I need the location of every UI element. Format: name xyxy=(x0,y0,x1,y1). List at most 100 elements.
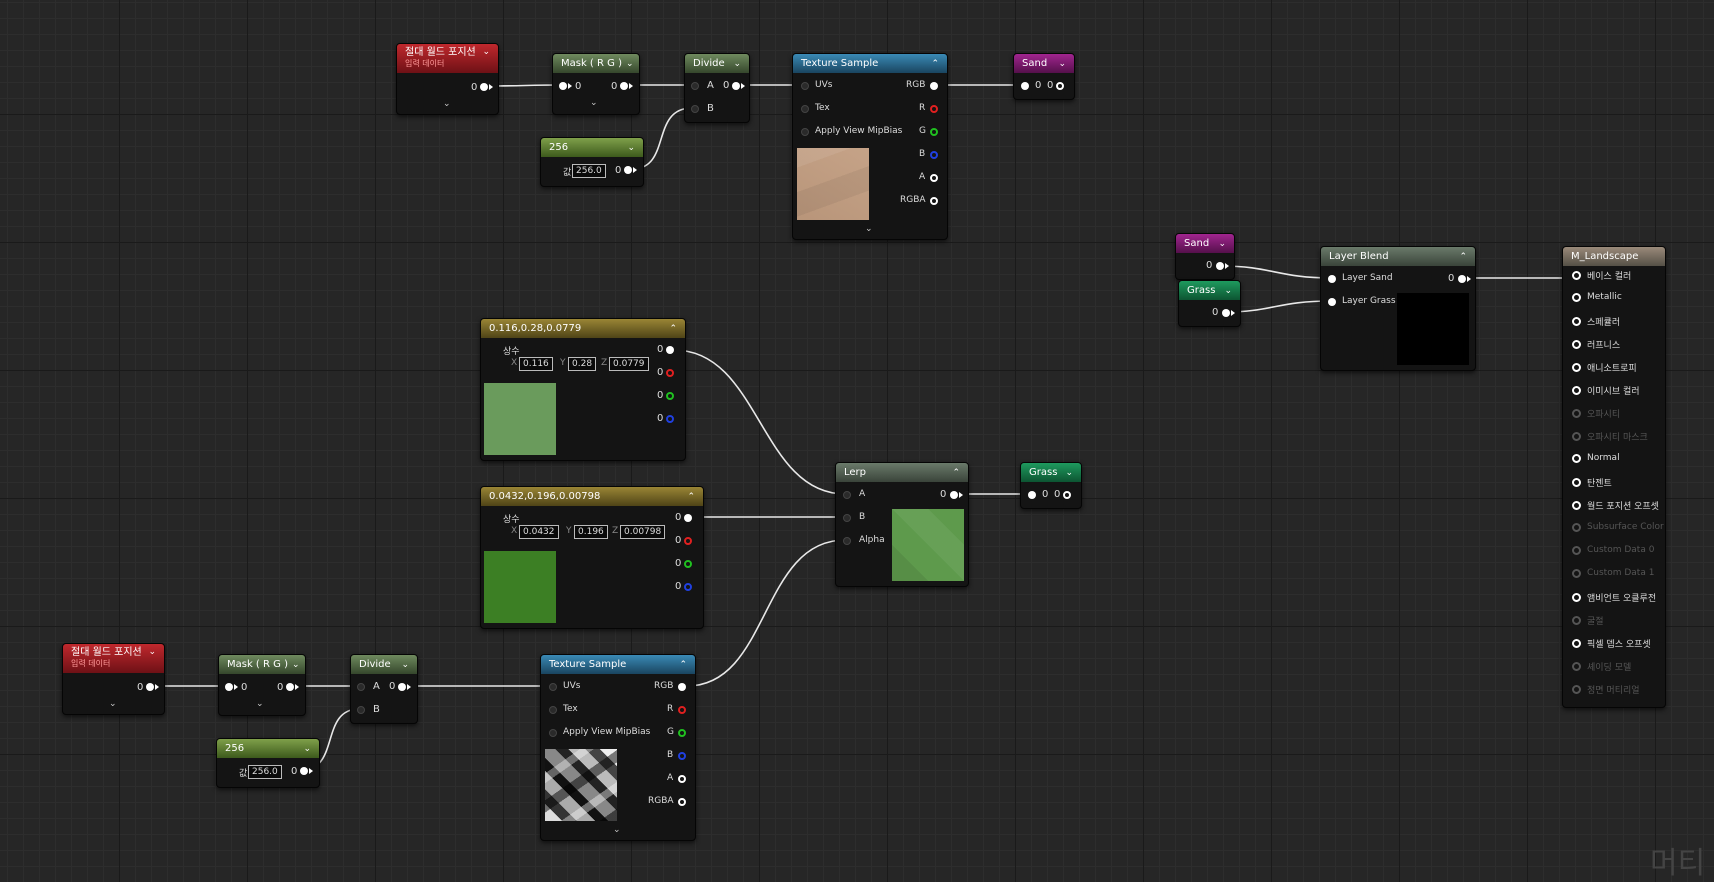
mipbias-pin[interactable] xyxy=(549,729,557,737)
input-pin-b[interactable] xyxy=(691,105,699,113)
rgba-pin[interactable] xyxy=(930,197,938,205)
chevron-up-icon[interactable]: ⌃ xyxy=(679,660,687,670)
material-input-pin[interactable] xyxy=(1572,685,1581,694)
input-pin[interactable] xyxy=(225,683,233,691)
material-input-row[interactable]: 스페큘러 xyxy=(1572,315,1620,328)
layer-sand-pin[interactable] xyxy=(1328,275,1336,283)
input-pin[interactable] xyxy=(559,82,567,90)
material-input-pin[interactable] xyxy=(1572,453,1581,463)
output-pin[interactable] xyxy=(1458,275,1466,283)
input-pin-a[interactable] xyxy=(843,491,851,499)
chevron-down-icon[interactable]: ⌄ xyxy=(627,143,635,153)
z-input[interactable]: 0.00798 xyxy=(620,525,666,539)
value-input[interactable]: 256.0 xyxy=(248,765,282,779)
material-input-row[interactable]: Custom Data 0 xyxy=(1572,545,1654,555)
expand-chevron-icon[interactable]: ⌄ xyxy=(109,699,117,709)
chevron-down-icon[interactable]: ⌄ xyxy=(733,59,741,69)
absolute-world-position-node-top[interactable]: 절대 월드 포지션 입력 데이터 ⌄ 0 ⌄ xyxy=(396,43,499,115)
material-input-pin[interactable] xyxy=(1572,340,1581,349)
material-input-pin[interactable] xyxy=(1572,386,1581,395)
constant3-node-b[interactable]: 0.0432,0.196,0.00798 ⌃ 상수 X 0.0432 Y 0.1… xyxy=(480,486,704,629)
sand-layer-output-node[interactable]: Sand ⌄ 0 0 xyxy=(1013,53,1075,100)
material-input-pin[interactable] xyxy=(1572,409,1581,418)
material-input-row[interactable]: 셰이딩 모델 xyxy=(1572,660,1631,673)
constant3-node-a[interactable]: 0.116,0.28,0.0779 ⌃ 상수 X 0.116 Y 0.28 Z … xyxy=(480,318,686,461)
output-pin-g[interactable] xyxy=(684,560,692,568)
chevron-down-icon[interactable]: ⌄ xyxy=(1058,59,1066,69)
material-input-pin[interactable] xyxy=(1572,639,1581,648)
node-header[interactable]: 0.116,0.28,0.0779 ⌃ xyxy=(481,319,685,338)
output-pin[interactable] xyxy=(624,166,632,174)
constant-256-node-bottom[interactable]: 256 ⌄ 값 256.0 0 xyxy=(216,738,320,788)
chevron-down-icon[interactable]: ⌄ xyxy=(401,660,409,670)
x-input[interactable]: 0.0432 xyxy=(519,525,559,539)
node-header[interactable]: M_Landscape xyxy=(1563,247,1665,266)
value-input[interactable]: 256.0 xyxy=(572,164,606,178)
material-input-pin[interactable] xyxy=(1572,317,1581,326)
tex-pin[interactable] xyxy=(801,105,809,113)
material-input-row[interactable]: 앰비언트 오클루전 xyxy=(1572,591,1656,604)
input-pin-b[interactable] xyxy=(843,514,851,522)
node-header[interactable]: Layer Blend ⌃ xyxy=(1321,247,1475,266)
y-input[interactable]: 0.196 xyxy=(574,525,608,539)
output-pin-r[interactable] xyxy=(684,537,692,545)
output-pin-r[interactable] xyxy=(666,369,674,377)
lerp-node[interactable]: Lerp ⌃ A 0 B Alpha xyxy=(835,462,969,587)
sand-layer-input-node[interactable]: Sand ⌄ 0 xyxy=(1175,233,1235,280)
r-pin[interactable] xyxy=(678,706,686,714)
output-pin-b[interactable] xyxy=(666,415,674,423)
chevron-up-icon[interactable]: ⌃ xyxy=(1459,252,1467,262)
material-input-pin[interactable] xyxy=(1572,363,1581,372)
output-pin[interactable] xyxy=(950,491,958,499)
texture-sample-node-bottom[interactable]: Texture Sample ⌃ UVs Tex Apply View MipB… xyxy=(540,654,696,841)
material-result-node[interactable]: M_Landscape 베이스 컬러 Metallic 스페큘러 러프니스 애니소트로피… xyxy=(1562,246,1666,708)
output-pin[interactable] xyxy=(480,83,488,91)
material-input-pin[interactable] xyxy=(1572,662,1581,671)
material-input-pin[interactable] xyxy=(1572,545,1581,555)
b-pin[interactable] xyxy=(930,151,938,159)
expand-chevron-icon[interactable]: ⌄ xyxy=(256,699,264,709)
rgba-pin[interactable] xyxy=(678,798,686,806)
output-pin-rgb[interactable] xyxy=(684,514,692,522)
output-pin[interactable] xyxy=(1056,82,1064,90)
material-input-row[interactable]: 오파시티 마스크 xyxy=(1572,430,1648,443)
a-pin[interactable] xyxy=(930,174,938,182)
material-input-row[interactable]: 정면 머티리얼 xyxy=(1572,683,1640,696)
chevron-down-icon[interactable]: ⌄ xyxy=(1065,468,1073,478)
node-header[interactable]: 256 ⌄ xyxy=(217,739,319,758)
layer-blend-node[interactable]: Layer Blend ⌃ Layer Sand Layer Grass 0 xyxy=(1320,246,1476,371)
input-pin-alpha[interactable] xyxy=(843,537,851,545)
material-input-pin[interactable] xyxy=(1572,593,1581,602)
node-header[interactable]: Mask ( R G ) ⌄ xyxy=(553,54,639,73)
uvs-pin[interactable] xyxy=(549,683,557,691)
output-pin-b[interactable] xyxy=(684,583,692,591)
output-pin[interactable] xyxy=(300,767,308,775)
output-pin[interactable] xyxy=(398,683,406,691)
output-pin[interactable] xyxy=(620,82,628,90)
rgb-pin[interactable] xyxy=(678,683,686,691)
node-header[interactable]: Grass ⌄ xyxy=(1021,463,1081,482)
uvs-pin[interactable] xyxy=(801,82,809,90)
node-header[interactable]: 256 ⌄ xyxy=(541,138,643,157)
b-pin[interactable] xyxy=(678,752,686,760)
material-input-pin[interactable] xyxy=(1572,478,1581,487)
g-pin[interactable] xyxy=(678,729,686,737)
input-pin[interactable] xyxy=(1028,491,1036,499)
material-input-row[interactable]: 이미시브 컬러 xyxy=(1572,384,1640,397)
input-pin[interactable] xyxy=(1021,82,1029,90)
node-header[interactable]: Grass ⌄ xyxy=(1179,281,1240,300)
node-header[interactable]: Texture Sample ⌃ xyxy=(793,54,947,73)
material-input-row[interactable]: 탄젠트 xyxy=(1572,476,1612,489)
node-header[interactable]: Divide ⌄ xyxy=(685,54,749,73)
output-pin-rgb[interactable] xyxy=(666,346,674,354)
material-input-row[interactable]: 애니소트로피 xyxy=(1572,361,1637,374)
node-header[interactable]: Sand ⌄ xyxy=(1176,234,1234,253)
divide-node-top[interactable]: Divide ⌄ A 0 B xyxy=(684,53,750,123)
input-pin-a[interactable] xyxy=(691,82,699,90)
material-input-row[interactable]: 러프니스 xyxy=(1572,338,1620,351)
expand-chevron-icon[interactable]: ⌄ xyxy=(443,99,451,109)
node-header[interactable]: 절대 월드 포지션 입력 데이터 ⌄ xyxy=(397,44,498,73)
node-header[interactable]: Texture Sample ⌃ xyxy=(541,655,695,674)
r-pin[interactable] xyxy=(930,105,938,113)
material-input-pin[interactable] xyxy=(1572,568,1581,578)
